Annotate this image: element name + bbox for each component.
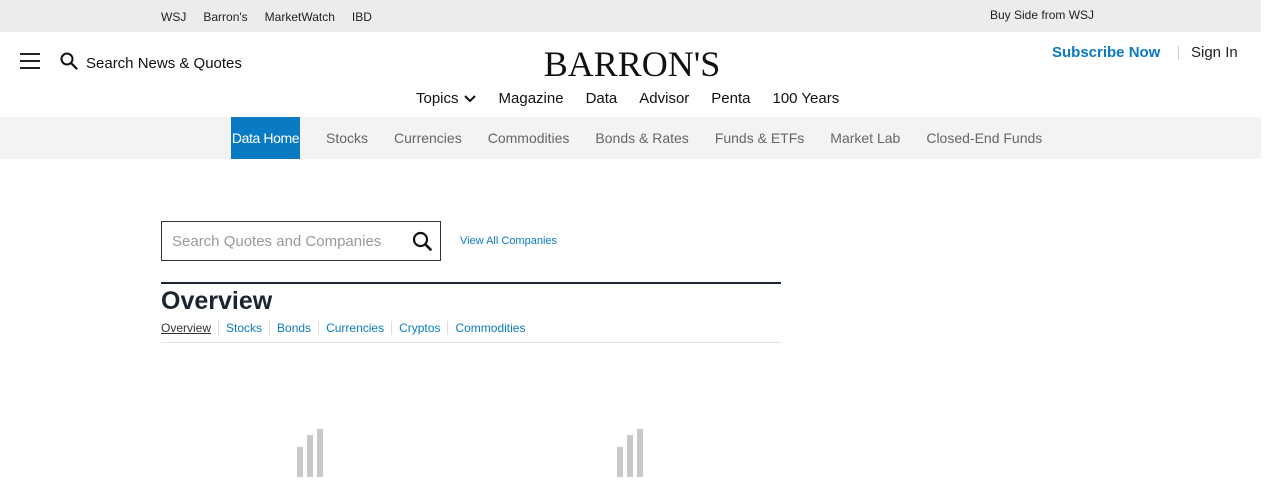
- subnav-funds-etfs[interactable]: Funds & ETFs: [702, 117, 817, 159]
- subnav-currencies[interactable]: Currencies: [381, 117, 475, 159]
- main-nav: Topics Magazine Data Advisor Penta 100 Y…: [416, 90, 839, 107]
- nav-100-years[interactable]: 100 Years: [773, 90, 840, 107]
- network-link-barrons[interactable]: Barron's: [203, 10, 247, 24]
- header-divider: [1178, 46, 1179, 60]
- header-search-button[interactable]: Search News & Quotes: [60, 52, 242, 75]
- loading-icon: [297, 427, 325, 477]
- tab-commodities[interactable]: Commodities: [447, 321, 532, 335]
- view-all-companies-link[interactable]: View All Companies: [460, 235, 557, 247]
- utility-bar: WSJ Barron's MarketWatch IBD Buy Side fr…: [0, 0, 1261, 32]
- tab-stocks[interactable]: Stocks: [218, 321, 269, 335]
- nav-penta[interactable]: Penta: [711, 90, 750, 107]
- subscribe-button[interactable]: Subscribe Now: [1052, 44, 1160, 61]
- subnav-commodities[interactable]: Commodities: [475, 117, 583, 159]
- menu-icon[interactable]: [20, 52, 40, 70]
- network-link-ibd[interactable]: IBD: [352, 10, 372, 24]
- data-subnav: Data Home Stocks Currencies Commodities …: [0, 117, 1261, 159]
- subnav-data-home[interactable]: Data Home: [231, 117, 300, 159]
- search-icon: [60, 52, 78, 75]
- nav-advisor[interactable]: Advisor: [639, 90, 689, 107]
- search-icon[interactable]: [412, 231, 432, 256]
- tab-overview[interactable]: Overview: [161, 321, 218, 335]
- overview-divider: [161, 342, 781, 343]
- quote-search-box: [161, 221, 441, 261]
- tab-bonds[interactable]: Bonds: [269, 321, 318, 335]
- nav-data[interactable]: Data: [586, 90, 618, 107]
- buy-side-link[interactable]: Buy Side from WSJ: [990, 8, 1094, 22]
- tab-currencies[interactable]: Currencies: [318, 321, 391, 335]
- chevron-down-icon: [463, 94, 476, 102]
- quote-search-input[interactable]: [172, 230, 402, 252]
- subnav-market-lab[interactable]: Market Lab: [817, 117, 913, 159]
- page-title: Overview: [161, 287, 273, 315]
- subnav-closed-end-funds[interactable]: Closed-End Funds: [913, 117, 1055, 159]
- header-search-label: Search News & Quotes: [86, 55, 242, 72]
- tab-cryptos[interactable]: Cryptos: [391, 321, 447, 335]
- nav-magazine[interactable]: Magazine: [499, 90, 564, 107]
- subnav-bonds-rates[interactable]: Bonds & Rates: [582, 117, 701, 159]
- nav-topics-label: Topics: [416, 90, 459, 107]
- overview-tabs: Overview Stocks Bonds Currencies Cryptos…: [161, 321, 532, 335]
- loading-icon: [617, 427, 645, 477]
- sign-in-link[interactable]: Sign In: [1191, 44, 1238, 61]
- network-links: WSJ Barron's MarketWatch IBD: [161, 10, 372, 24]
- network-link-marketwatch[interactable]: MarketWatch: [265, 10, 335, 24]
- subnav-stocks[interactable]: Stocks: [313, 117, 381, 159]
- barrons-logo[interactable]: BARRON'S: [541, 44, 723, 84]
- overview-top-rule: [161, 282, 781, 284]
- network-link-wsj[interactable]: WSJ: [161, 10, 186, 24]
- nav-topics[interactable]: Topics: [416, 90, 477, 107]
